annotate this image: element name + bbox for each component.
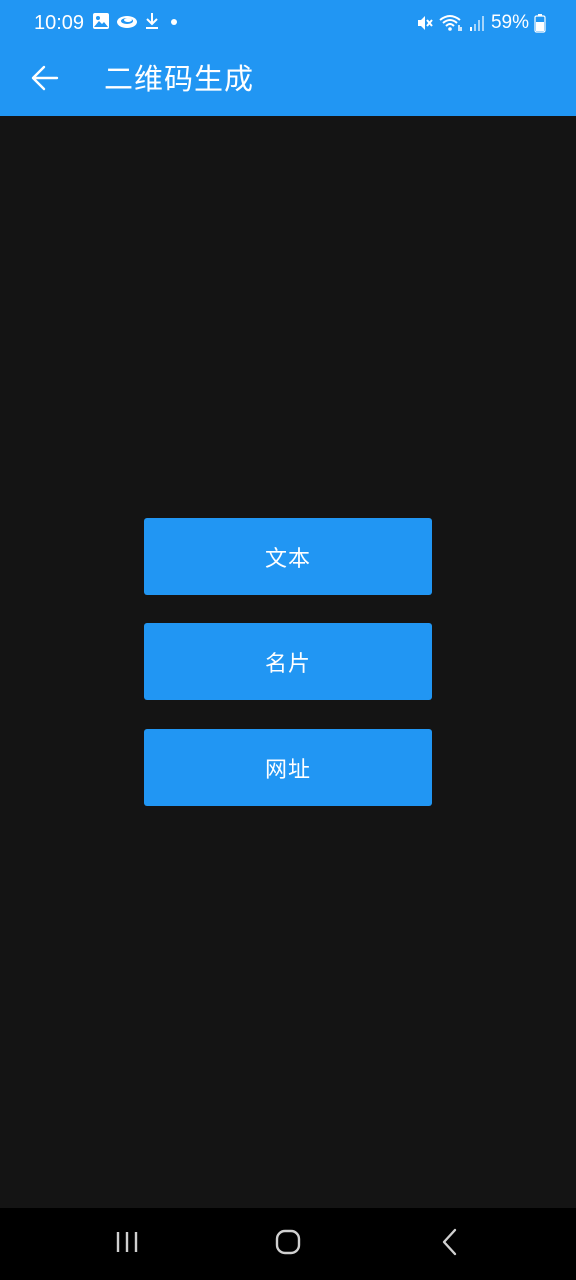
battery-percent: 59% (490, 12, 529, 33)
home-icon (274, 1228, 302, 1260)
business-card-button[interactable]: 名片 (144, 623, 432, 700)
arrow-left-icon (29, 62, 61, 98)
text-button-label: 文本 (264, 546, 311, 572)
status-icons-left (92, 12, 188, 30)
page-title: 二维码生成 (104, 62, 255, 96)
main-content: 文本 名片 网址 (0, 116, 576, 1208)
recent-apps-icon (114, 1230, 140, 1258)
screen: 10:09 59% 二维码生成 文本 名片 网址 (0, 0, 576, 1280)
back-icon (439, 1227, 461, 1261)
system-back-button[interactable] (420, 1226, 480, 1262)
app-bar: 二维码生成 (0, 46, 576, 116)
url-button[interactable]: 网址 (144, 729, 432, 806)
status-time: 10:09 (34, 12, 85, 34)
system-nav-bar (0, 1208, 576, 1280)
mute-icon (416, 14, 434, 32)
url-button-label: 网址 (264, 757, 311, 783)
wifi-icon (439, 14, 463, 32)
back-button[interactable] (22, 57, 68, 103)
dot-icon (166, 12, 182, 30)
signal-icon (468, 14, 486, 32)
gallery-icon (92, 12, 110, 30)
download-icon (144, 12, 160, 30)
text-button[interactable]: 文本 (144, 518, 432, 595)
battery-icon (534, 13, 546, 33)
business-card-button-label: 名片 (264, 651, 311, 677)
home-button[interactable] (258, 1226, 318, 1262)
recent-apps-button[interactable] (97, 1226, 157, 1262)
cloud-icon (116, 12, 138, 30)
status-bar: 10:09 59% (0, 0, 576, 46)
status-icons-right: 59% (411, 11, 546, 35)
